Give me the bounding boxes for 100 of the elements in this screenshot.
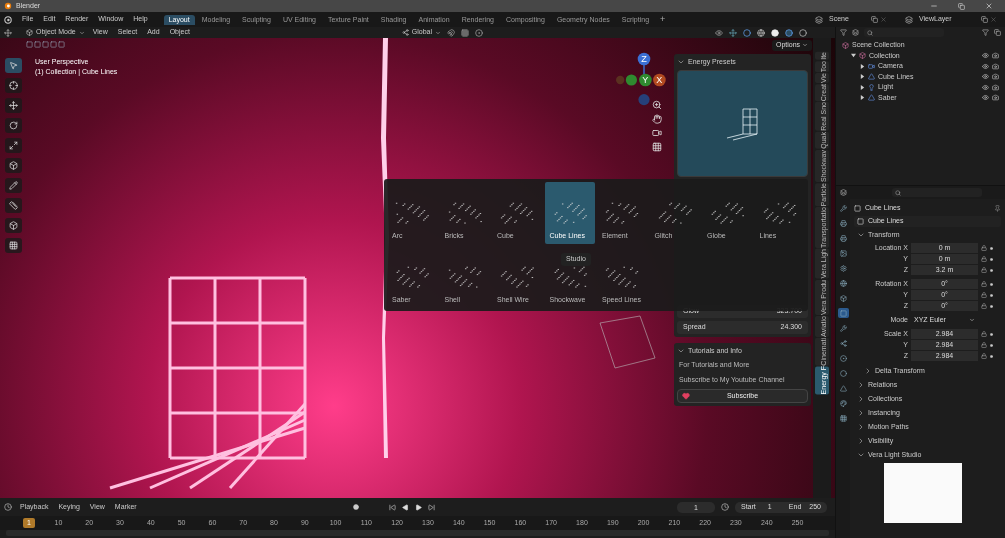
pin-icon[interactable] bbox=[994, 205, 1001, 212]
keyframe-dot-icon[interactable] bbox=[990, 332, 993, 336]
material-shading-icon[interactable] bbox=[785, 28, 793, 37]
collapsed-triangle-icon[interactable] bbox=[860, 95, 865, 101]
property-tab[interactable] bbox=[837, 308, 849, 318]
play-icon[interactable] bbox=[415, 503, 422, 511]
collapsed-triangle-icon[interactable] bbox=[860, 74, 865, 80]
visibility-icon[interactable] bbox=[715, 28, 723, 37]
lock-icon[interactable] bbox=[981, 267, 987, 273]
caret-icon bbox=[435, 29, 441, 36]
chevron-right-icon[interactable] bbox=[857, 423, 865, 431]
lock-icon[interactable] bbox=[981, 281, 987, 287]
lock-icon[interactable] bbox=[981, 331, 987, 337]
expanded-triangle-icon[interactable] bbox=[851, 53, 856, 59]
eye-icon[interactable] bbox=[982, 62, 989, 70]
chevron-right-icon[interactable] bbox=[857, 395, 865, 403]
camera-icon[interactable] bbox=[992, 83, 999, 91]
chevron-down-icon[interactable] bbox=[857, 231, 865, 239]
keyframe-dot-icon[interactable] bbox=[990, 282, 993, 286]
lock-icon[interactable] bbox=[981, 256, 987, 262]
camera-icon[interactable] bbox=[992, 52, 999, 60]
lock-icon[interactable] bbox=[981, 245, 987, 251]
duplicate-icon[interactable] bbox=[871, 16, 878, 23]
tool-button[interactable] bbox=[5, 198, 22, 213]
property-tab[interactable] bbox=[837, 293, 849, 303]
eye-icon[interactable] bbox=[982, 83, 989, 91]
chevron-right-icon[interactable] bbox=[864, 367, 872, 375]
preset-preview[interactable] bbox=[677, 70, 808, 177]
collapsed-triangle-icon[interactable] bbox=[860, 63, 865, 69]
chevron-right-icon[interactable] bbox=[857, 381, 865, 389]
new-collection-icon[interactable] bbox=[994, 29, 1001, 36]
overlay-icon[interactable] bbox=[743, 28, 751, 37]
property-tab[interactable] bbox=[837, 233, 849, 243]
lock-icon[interactable] bbox=[981, 292, 987, 298]
property-tab[interactable] bbox=[837, 383, 849, 393]
layers-icon[interactable] bbox=[852, 29, 859, 36]
axis-gizmo-drawing[interactable]: Z Y X bbox=[616, 52, 672, 108]
keyframe-dot-icon[interactable] bbox=[990, 343, 993, 347]
camera-icon[interactable] bbox=[992, 62, 999, 70]
eye-icon[interactable] bbox=[982, 94, 989, 102]
tool-button[interactable] bbox=[5, 158, 22, 173]
tool-button[interactable] bbox=[5, 98, 22, 113]
chevron-down-icon[interactable] bbox=[857, 451, 865, 459]
eye-icon[interactable] bbox=[982, 52, 989, 60]
chevron-right-icon[interactable] bbox=[857, 409, 865, 417]
camera-icon[interactable] bbox=[652, 128, 662, 138]
eye-icon[interactable] bbox=[982, 73, 989, 81]
property-tab[interactable] bbox=[837, 338, 849, 348]
jump-start-icon[interactable] bbox=[389, 503, 396, 511]
zoom-icon[interactable] bbox=[652, 100, 662, 110]
display-mode-icon[interactable] bbox=[840, 29, 847, 36]
property-tab[interactable] bbox=[837, 248, 849, 258]
tool-button[interactable] bbox=[5, 78, 22, 93]
keyframe-dot-icon[interactable] bbox=[990, 268, 993, 272]
property-tab[interactable] bbox=[837, 263, 849, 273]
stopwatch-icon[interactable] bbox=[721, 503, 729, 511]
hand-icon[interactable] bbox=[652, 114, 662, 124]
tool-button[interactable] bbox=[5, 138, 22, 153]
keyframe-dot-icon[interactable] bbox=[990, 293, 993, 297]
jump-end-icon[interactable] bbox=[428, 503, 435, 511]
tool-button[interactable] bbox=[5, 238, 22, 253]
chevron-down-icon[interactable] bbox=[677, 58, 685, 66]
search-field[interactable] bbox=[864, 28, 944, 37]
record-icon[interactable] bbox=[353, 504, 359, 510]
keyframe-dot-icon[interactable] bbox=[990, 354, 993, 358]
lock-icon[interactable] bbox=[981, 342, 987, 348]
duplicate-icon[interactable] bbox=[981, 16, 988, 23]
minimize-icon[interactable] bbox=[930, 2, 938, 10]
add-workspace-button[interactable]: + bbox=[656, 12, 670, 27]
keyframe-dot-icon[interactable] bbox=[990, 304, 993, 308]
lock-icon[interactable] bbox=[981, 353, 987, 359]
restore-icon[interactable] bbox=[958, 2, 965, 10]
lock-icon[interactable] bbox=[981, 303, 987, 309]
rendered-shading-icon[interactable] bbox=[799, 28, 807, 37]
property-tab[interactable] bbox=[837, 368, 849, 378]
target-icon[interactable] bbox=[475, 28, 483, 37]
chevron-right-icon[interactable] bbox=[857, 437, 865, 445]
property-tab[interactable] bbox=[837, 218, 849, 228]
wireframe-shading-icon[interactable] bbox=[757, 28, 765, 37]
chevron-down-icon[interactable] bbox=[677, 347, 685, 355]
property-tab[interactable] bbox=[837, 398, 849, 408]
reverse-play-icon[interactable] bbox=[402, 503, 409, 511]
collapsed-triangle-icon[interactable] bbox=[860, 84, 865, 90]
property-tab[interactable] bbox=[837, 323, 849, 333]
tool-button[interactable] bbox=[5, 178, 22, 193]
camera-icon[interactable] bbox=[992, 94, 999, 102]
pencil-icon bbox=[9, 181, 18, 190]
solid-shading-icon[interactable] bbox=[771, 28, 779, 37]
view-layer-icon[interactable] bbox=[905, 15, 913, 24]
keyframe-dot-icon[interactable] bbox=[990, 246, 993, 250]
filter-icon[interactable] bbox=[982, 29, 989, 36]
tool-button[interactable] bbox=[5, 218, 22, 233]
tool-button[interactable] bbox=[5, 58, 22, 73]
keyframe-dot-icon[interactable] bbox=[990, 257, 993, 261]
tool-button[interactable] bbox=[5, 118, 22, 133]
property-tab[interactable] bbox=[837, 353, 849, 363]
property-tab[interactable] bbox=[837, 278, 849, 288]
property-tab[interactable] bbox=[837, 203, 849, 213]
search-field[interactable] bbox=[892, 188, 982, 197]
camera-icon[interactable] bbox=[992, 73, 999, 81]
